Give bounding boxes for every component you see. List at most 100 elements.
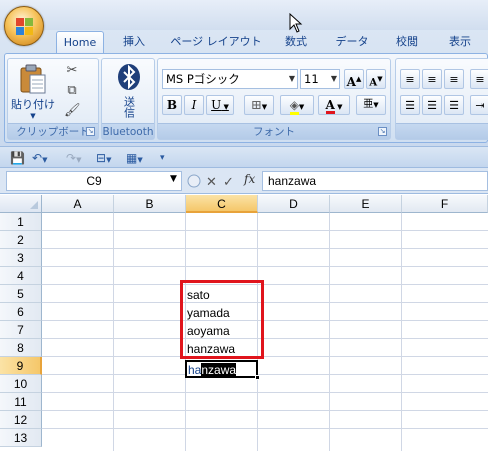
row-header[interactable]: 2 [0,231,42,249]
column-header[interactable]: E [330,195,402,213]
align-middle-button[interactable]: ≡ [422,69,442,89]
cut-icon[interactable]: ✂ [64,63,80,79]
row-header[interactable]: 7 [0,321,42,339]
tab-data[interactable]: データ [330,31,374,53]
bold-button[interactable]: B [162,95,182,115]
copy-icon[interactable]: ⧉ [64,83,80,99]
align-top-button[interactable]: ≡ [400,69,420,89]
select-all-button[interactable] [0,195,42,213]
chevron-down-icon[interactable]: ▼ [289,70,295,88]
align-right-button[interactable]: ☰ [444,95,464,115]
format-painter-icon[interactable]: 🖌 [64,103,81,119]
row-header[interactable]: 1 [0,213,42,231]
layout-icon[interactable]: ⊟▼ [96,150,111,166]
column-header[interactable]: B [114,195,186,213]
paste-label: 貼り付け [11,98,55,111]
formula-buttons: ✕ ✓ fx [186,171,264,191]
phonetic-guide-button[interactable]: 亜▼ [356,95,386,115]
italic-button[interactable]: I [184,95,204,115]
insert-function-button[interactable]: fx [244,172,255,186]
gridline [42,320,488,321]
underline-button[interactable]: U ▼ [206,95,234,115]
typed-text: ha [188,363,202,377]
row-header[interactable]: 8 [0,339,42,357]
font-name-combo[interactable]: MS Pゴシック ▼ [162,69,298,89]
name-box-dropdown-icon[interactable]: ▼ [170,174,177,184]
row-header[interactable]: 4 [0,267,42,285]
chevron-down-icon[interactable]: ▼ [331,70,337,88]
highlight-annotation-box [180,280,264,359]
column-header[interactable]: D [258,195,330,213]
name-box[interactable]: C9 [6,171,182,191]
orientation-icon: ≡ [475,73,485,86]
active-cell-c9[interactable]: hanzawa [185,360,260,380]
align-bottom-button[interactable]: ≡ [444,69,464,89]
row-header[interactable]: 10 [0,375,42,393]
ribbon-body: 貼り付け ▼ ✂ ⧉ 🖌 クリップボード ↘ 送信 Bluetooth MS P… [4,53,488,143]
row-header[interactable]: 13 [0,429,42,447]
table-icon[interactable]: ▦▼ [126,150,143,166]
tab-review[interactable]: 校閲 [390,31,424,53]
bluetooth-group: 送信 Bluetooth [101,58,155,140]
office-button[interactable] [4,6,44,46]
tab-home[interactable]: Home [56,31,104,53]
font-launcher-icon[interactable]: ↘ [378,127,387,136]
paste-button[interactable]: 貼り付け ▼ [10,61,56,121]
align-top-icon: ≡ [405,73,415,86]
gridline [42,338,488,339]
font-group: MS Pゴシック ▼ 11 ▼ A▲ A▼ B I U ▼ ⊞▼ ◈▼ A ▼ … [157,58,391,140]
indent-button[interactable]: ⇥ [470,95,488,115]
align-center-button[interactable]: ☰ [422,95,442,115]
borders-icon: ⊞ [250,98,262,113]
tab-view[interactable]: 表示 [442,31,478,53]
align-bottom-icon: ≡ [449,73,459,86]
gridline [42,374,488,375]
gridline [42,248,488,249]
autocomplete-suggestion: nzawa [201,363,237,377]
tab-insert[interactable]: 挿入 [114,31,154,53]
row-header-selected[interactable]: 9 [0,357,42,375]
redo-icon[interactable]: ↷▼ [66,150,81,166]
office-logo-icon [16,18,34,36]
column-header[interactable]: F [402,195,488,213]
borders-button[interactable]: ⊞▼ [244,95,274,115]
gridline [42,356,488,357]
align-left-button[interactable]: ☰ [400,95,420,115]
tab-formulas[interactable]: 数式 [278,31,314,53]
bluetooth-send-button[interactable]: 送信 [108,61,150,123]
paste-dropdown-icon[interactable]: ▼ [10,112,56,120]
undo-icon[interactable]: ↶▼ [32,150,47,166]
row-header[interactable]: 12 [0,411,42,429]
customize-toolbar-icon[interactable]: ▾ [160,150,165,166]
grow-font-button[interactable]: A▲ [344,69,364,89]
row-header[interactable]: 5 [0,285,42,303]
fill-color-button[interactable]: ◈▼ [280,95,314,115]
column-headers: A B C D E F [0,195,488,213]
row-header[interactable]: 6 [0,303,42,321]
mouse-cursor-icon [289,13,303,33]
gridline [42,410,488,411]
cell-editor-text[interactable]: hanzawa [188,361,237,379]
formula-input[interactable]: hanzawa [262,171,488,191]
align-left-icon: ☰ [405,99,415,112]
fill-handle[interactable] [255,375,260,380]
tab-page-layout[interactable]: ページ レイアウト [170,31,262,53]
font-color-label: A [325,98,335,114]
column-header-selected[interactable]: C [186,195,258,213]
font-color-button[interactable]: A ▼ [318,95,350,115]
spreadsheet-grid[interactable]: A B C D E F 1 2 3 4 5 6 7 8 9 10 11 12 1… [0,195,488,451]
orientation-button[interactable]: ≡ [470,69,488,89]
grow-font-label: A [346,75,356,89]
save-icon[interactable]: 💾 [10,150,25,166]
font-name-value: MS Pゴシック [166,72,240,86]
fill-color-icon: ◈ [289,98,299,115]
row-header[interactable]: 11 [0,393,42,411]
phonetic-label: 亜 [363,99,374,110]
align-center-icon: ☰ [427,99,437,112]
column-header[interactable]: A [42,195,114,213]
shrink-font-button[interactable]: A▼ [366,69,386,89]
gridline [42,284,488,285]
font-size-combo[interactable]: 11 ▼ [300,69,340,89]
clipboard-launcher-icon[interactable]: ↘ [86,127,95,136]
row-header[interactable]: 3 [0,249,42,267]
